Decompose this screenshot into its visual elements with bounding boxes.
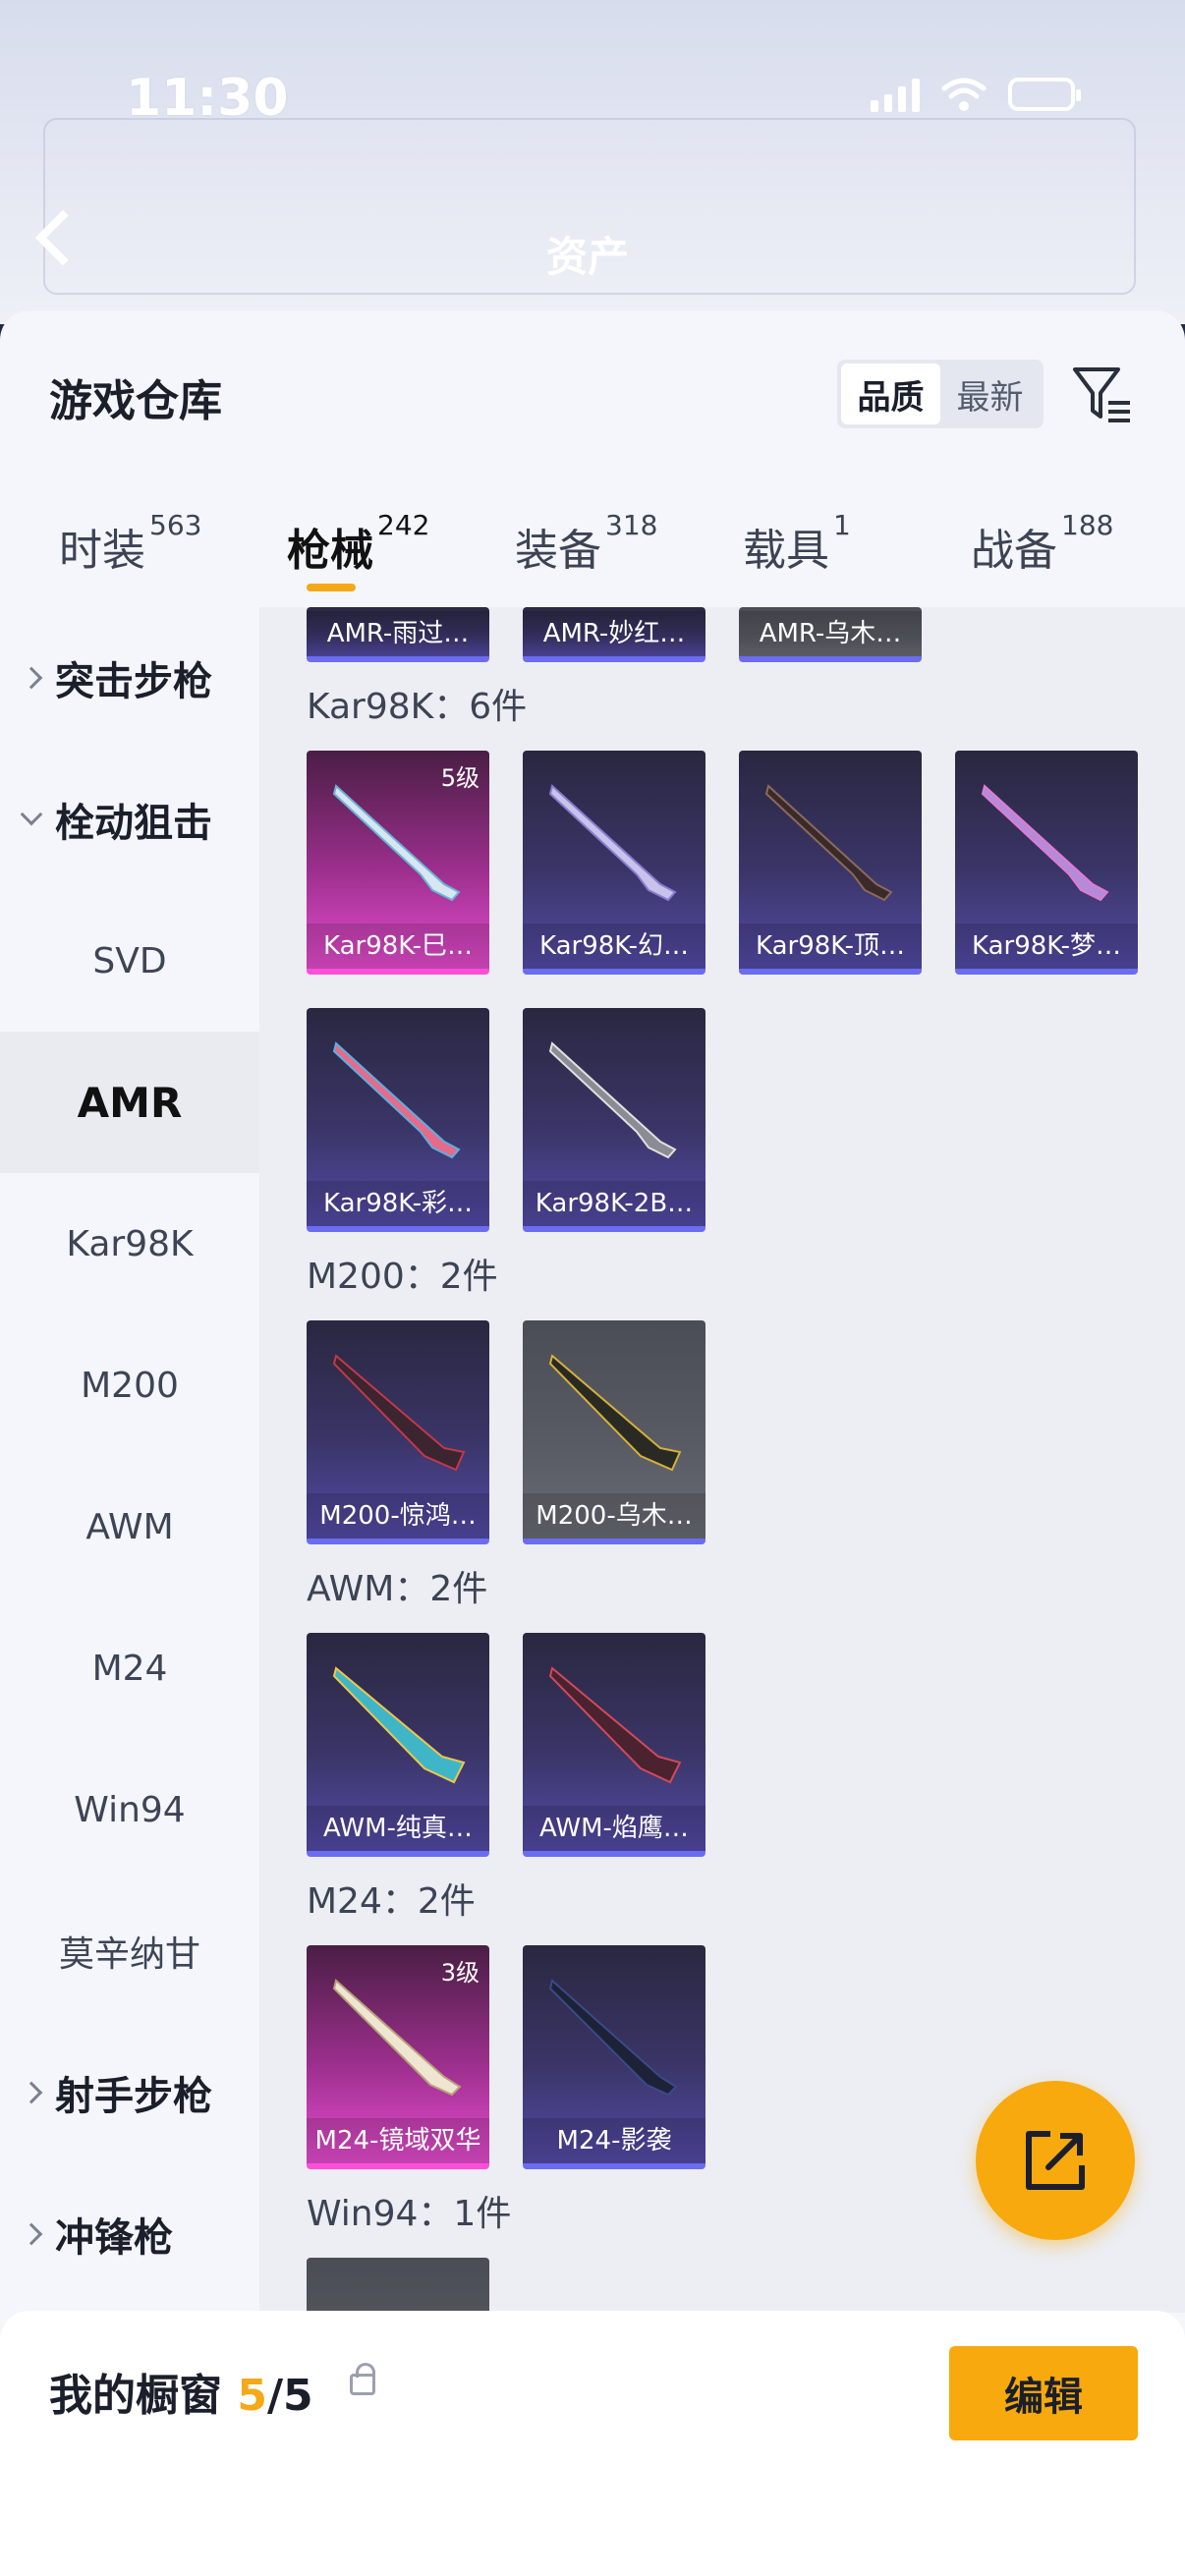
skin-name: AWM-焰鹰… <box>523 1806 705 1851</box>
sidebar-category-assault-rifles[interactable]: 突击步枪 <box>0 607 259 749</box>
rifle-icon <box>332 1041 461 1159</box>
sidebar-item-amr[interactable]: AMR <box>0 1032 259 1173</box>
active-tab-indicator <box>307 584 356 591</box>
status-icons <box>871 77 1081 112</box>
skin-card[interactable]: Kar98K-2B… <box>523 1008 705 1232</box>
tab-equipment[interactable]: 装备318 <box>515 509 657 578</box>
skin-name: Kar98K-幻… <box>523 924 705 969</box>
rifle-icon <box>548 1354 682 1472</box>
showcase-title: 我的橱窗 5/5 <box>49 2371 313 2421</box>
showcase-bar: 我的橱窗 5/5 编辑 <box>0 2311 1185 2576</box>
sidebar-item-win94[interactable]: Win94 <box>0 1739 259 1880</box>
skin-name: Kar98K-彩… <box>307 1181 489 1226</box>
filter-icon[interactable] <box>1071 364 1134 426</box>
skin-card[interactable] <box>307 2258 489 2313</box>
skin-name: Kar98K-顶… <box>739 924 922 969</box>
skin-card[interactable]: AWM-纯真… <box>307 1633 489 1857</box>
wifi-icon <box>941 78 987 111</box>
group-title-awm: AWM：2件 <box>307 1569 488 1609</box>
sidebar-item-m24[interactable]: M24 <box>0 1597 259 1739</box>
background-header: 11:30 资产 <box>0 0 1185 324</box>
chevron-right-icon <box>20 2222 43 2246</box>
warehouse-panel: 游戏仓库 品质 最新 时装563 枪械242 装备318 载具1 战备188 突… <box>0 310 1185 2576</box>
chevron-down-icon <box>20 803 43 826</box>
rifle-icon <box>332 1666 466 1784</box>
skin-name: M24-镜域双华 <box>307 2118 489 2163</box>
group-title-m200: M200：2件 <box>307 1257 498 1297</box>
sort-newest-option[interactable]: 最新 <box>940 364 1040 424</box>
sidebar-item-kar98k[interactable]: Kar98K <box>0 1173 259 1315</box>
signal-icon <box>871 77 920 112</box>
sidebar-item-awm[interactable]: AWM <box>0 1456 259 1597</box>
skin-card[interactable]: Kar98K-顶… <box>739 751 922 975</box>
rifle-icon <box>332 1354 466 1472</box>
rifle-icon <box>332 1979 462 2097</box>
tab-fashion[interactable]: 时装563 <box>59 509 201 578</box>
rifle-icon <box>332 784 461 902</box>
skin-card[interactable]: M200-惊鸿… <box>307 1320 489 1544</box>
rifle-icon <box>548 1666 682 1784</box>
group-title-m24: M24：2件 <box>307 1881 476 1922</box>
rifle-icon <box>764 784 893 902</box>
skin-name: M200-乌木… <box>523 1493 705 1539</box>
edit-button[interactable]: 编辑 <box>949 2346 1138 2440</box>
skin-name: M200-惊鸿… <box>307 1493 489 1539</box>
sidebar-category-marksman[interactable]: 射手步枪 <box>0 2022 259 2163</box>
skin-card[interactable]: AMR-妙红… <box>523 607 705 662</box>
group-title-kar98k: Kar98K：6件 <box>307 687 528 727</box>
skin-name: M24-影袭 <box>523 2118 705 2163</box>
rifle-icon <box>548 1041 677 1159</box>
skin-name: Kar98K-2B… <box>523 1181 705 1226</box>
sort-toggle[interactable]: 品质 最新 <box>837 360 1044 428</box>
share-icon <box>1026 2131 1085 2190</box>
showcase-count: 5 <box>237 2371 267 2421</box>
showcase-total: /5 <box>266 2371 313 2421</box>
skin-grid: AMR-雨过… AMR-妙红… AMR-乌木… Kar98K：6件 5级 Kar… <box>259 607 1185 2313</box>
sidebar-item-mosin[interactable]: 莫辛纳甘 <box>0 1880 259 2022</box>
tab-guns[interactable]: 枪械242 <box>287 509 429 578</box>
skin-name: AMR-雨过… <box>307 611 489 656</box>
group-title-win94: Win94：1件 <box>307 2194 512 2234</box>
skin-card[interactable]: AMR-雨过… <box>307 607 489 662</box>
skin-name: Kar98K-巳… <box>307 924 489 969</box>
rifle-icon <box>981 784 1109 902</box>
skin-card[interactable]: M200-乌木… <box>523 1320 705 1544</box>
panel-title: 游戏仓库 <box>49 376 222 426</box>
sort-quality-option[interactable]: 品质 <box>841 364 940 424</box>
sidebar-item-svd[interactable]: SVD <box>0 890 259 1032</box>
skin-card[interactable]: AMR-乌木… <box>739 607 922 662</box>
chevron-right-icon <box>20 2081 43 2104</box>
share-button[interactable] <box>976 2081 1135 2240</box>
category-tabs: 时装563 枪械242 装备318 载具1 战备188 <box>0 479 1185 607</box>
skin-name: AMR-乌木… <box>739 611 922 656</box>
skin-card[interactable]: AWM-焰鹰… <box>523 1633 705 1857</box>
skin-card[interactable]: 3级 M24-镜域双华 <box>307 1945 489 2169</box>
skin-card[interactable]: Kar98K-梦… <box>955 751 1138 975</box>
chevron-right-icon <box>20 666 43 690</box>
tab-supplies[interactable]: 战备188 <box>971 509 1113 578</box>
tab-vehicles[interactable]: 载具1 <box>743 509 851 578</box>
skin-name: Kar98K-梦… <box>955 924 1138 969</box>
skin-card[interactable]: 5级 Kar98K-巳… <box>307 751 489 975</box>
lock-icon <box>350 2363 375 2395</box>
skin-name: AWM-纯真… <box>307 1806 489 1851</box>
skin-name: AMR-妙红… <box>523 611 705 656</box>
rifle-icon <box>548 784 677 902</box>
sidebar-category-bolt-snipers[interactable]: 栓动狙击 <box>0 749 259 890</box>
skin-card[interactable]: M24-影袭 <box>523 1945 705 2169</box>
background-title: 资产 <box>546 233 630 281</box>
skin-card[interactable]: Kar98K-幻… <box>523 751 705 975</box>
sidebar-item-m200[interactable]: M200 <box>0 1315 259 1456</box>
sidebar-category-smg[interactable]: 冲锋枪 <box>0 2163 259 2305</box>
rifle-icon <box>548 1979 678 2097</box>
battery-icon <box>1008 78 1081 111</box>
weapon-sidebar: 突击步枪 栓动狙击 SVD AMR Kar98K M200 AWM M24 Wi… <box>0 607 259 2313</box>
skin-card[interactable]: Kar98K-彩… <box>307 1008 489 1232</box>
